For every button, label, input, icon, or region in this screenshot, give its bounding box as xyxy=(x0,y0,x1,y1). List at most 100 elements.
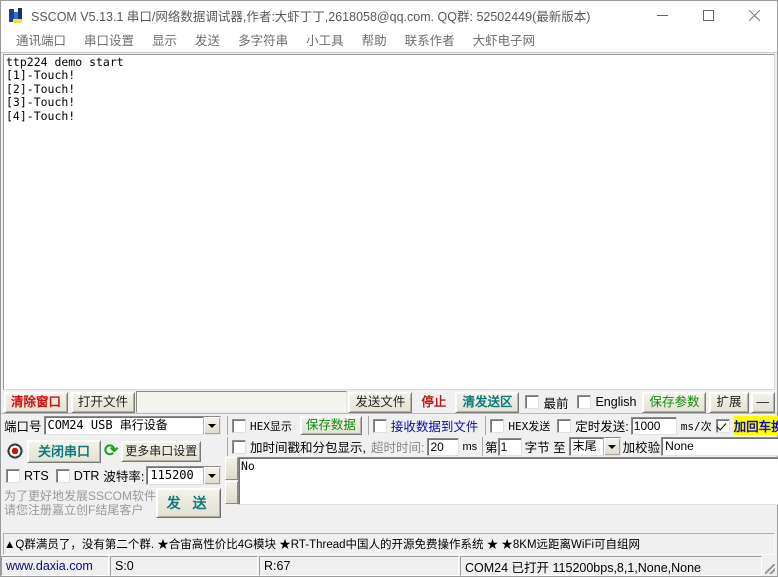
chevron-down-icon[interactable] xyxy=(603,438,620,455)
menu-item-tools[interactable]: 小工具 xyxy=(297,31,353,51)
baud-rate-value: 115200 xyxy=(147,467,203,484)
rts-label: RTS xyxy=(24,469,49,483)
menu-item-contact-author[interactable]: 联系作者 xyxy=(396,31,464,51)
sscom-window: SSCOM V5.13.1 串口/网络数据调试器,作者:大虾丁丁,2618058… xyxy=(0,0,778,577)
hex-display-checkbox[interactable]: HEX显示 xyxy=(230,418,294,434)
crlf-checkbox-box[interactable] xyxy=(716,419,730,433)
file-toolbar: 清除窗口 打开文件 发送文件 停止 清发送区 最前 English 保存参数 扩… xyxy=(1,390,777,413)
port-select[interactable]: COM24 USB 串行设备 xyxy=(44,416,221,435)
rts-checkbox-box[interactable] xyxy=(6,469,20,483)
status-received-count: R:67 xyxy=(259,556,459,576)
file-path-field[interactable] xyxy=(136,391,347,413)
advertisement-bar[interactable]: ▲Q群满员了，没有第二个群. ★合宙高性价比4G模块 ★RT-Thread中国人… xyxy=(3,533,775,555)
receive-to-file-checkbox[interactable]: 接收数据到文件 xyxy=(371,416,481,435)
receive-to-file-label: 接收数据到文件 xyxy=(391,416,479,435)
byte-mid-label: 字节 至 xyxy=(525,437,566,456)
window-title: SSCOM V5.13.1 串口/网络数据调试器,作者:大虾丁丁,2618058… xyxy=(31,6,639,25)
timed-send-label: 定时发送: xyxy=(575,416,628,435)
timestamp-label: 加时间戳和分包显示, xyxy=(250,437,366,456)
timed-send-checkbox-box[interactable] xyxy=(557,419,571,433)
data-options-column: HEX显示 保存数据 接收数据到文件 HEX发送 xyxy=(223,414,778,532)
crlf-checkbox[interactable]: 加回车换行 xyxy=(716,416,778,435)
receive-to-file-checkbox-box[interactable] xyxy=(373,419,387,433)
collapse-button[interactable]: — xyxy=(751,392,776,413)
menu-item-help[interactable]: 帮助 xyxy=(353,31,396,51)
clear-window-button[interactable]: 清除窗口 xyxy=(4,392,68,413)
hex-send-checkbox[interactable]: HEX发送 xyxy=(488,418,552,434)
menu-item-daxia-web[interactable]: 大虾电子网 xyxy=(464,31,545,51)
send-text-area[interactable]: No xyxy=(238,457,778,505)
byte-start-input[interactable]: 1 xyxy=(498,438,522,456)
timed-unit-label: ms/次 xyxy=(681,418,712,434)
timeout-label: 超时时间: xyxy=(371,437,424,456)
timeout-input[interactable]: 20 xyxy=(427,438,459,456)
resize-grip-icon[interactable] xyxy=(763,556,777,576)
dtr-label: DTR xyxy=(74,469,100,483)
send-area-scroll-buttons[interactable] xyxy=(225,457,238,505)
dtr-checkbox[interactable]: DTR xyxy=(54,469,102,483)
rts-checkbox[interactable]: RTS xyxy=(4,469,51,483)
timeout-unit-label: ms xyxy=(462,441,477,453)
english-checkbox[interactable]: English xyxy=(575,395,638,409)
more-port-settings-button[interactable]: 更多串口设置 xyxy=(121,441,201,462)
scroll-down-button[interactable] xyxy=(225,481,238,504)
baud-rate-select[interactable]: 115200 xyxy=(146,466,221,485)
topmost-checkbox[interactable]: 最前 xyxy=(523,393,570,412)
hex-display-label: HEX显示 xyxy=(250,418,292,434)
menu-item-send[interactable]: 发送 xyxy=(186,31,229,51)
receive-data-area[interactable]: ttp224 demo start [1]-Touch! [2]-Touch! … xyxy=(3,54,775,390)
baud-rate-label: 波特率: xyxy=(103,466,144,485)
minimize-button[interactable] xyxy=(639,1,685,30)
checksum-value: None xyxy=(662,438,778,455)
extend-button[interactable]: 扩展 xyxy=(709,392,748,413)
dtr-checkbox-box[interactable] xyxy=(56,469,70,483)
chevron-down-icon[interactable] xyxy=(203,417,220,434)
byte-prefix-label: 第 xyxy=(485,437,498,456)
hex-send-checkbox-box[interactable] xyxy=(490,419,504,433)
promo-line-1: 为了更好地发展SSCOM软件 xyxy=(4,489,156,503)
hex-display-checkbox-box[interactable] xyxy=(232,419,246,433)
status-website[interactable]: www.daxia.com xyxy=(1,556,109,576)
english-label: English xyxy=(595,395,636,409)
port-config-column: 端口号 COM24 USB 串行设备 关闭串口 ⟳ 更多串口设置 RTS xyxy=(1,414,223,532)
menu-item-multi-string[interactable]: 多字符串 xyxy=(229,31,297,51)
status-sent-count: S:0 xyxy=(110,556,258,576)
english-checkbox-box[interactable] xyxy=(577,395,591,409)
menu-item-port-settings[interactable]: 串口设置 xyxy=(75,31,143,51)
refresh-icon[interactable]: ⟳ xyxy=(101,442,121,460)
byte-end-select[interactable]: 末尾 xyxy=(569,437,621,456)
status-connection-info: COM24 已打开 115200bps,8,1,None,None xyxy=(460,556,762,576)
open-file-button[interactable]: 打开文件 xyxy=(71,392,135,413)
app-logo-icon xyxy=(9,8,25,24)
close-port-button[interactable]: 关闭串口 xyxy=(27,440,101,463)
status-bar: www.daxia.com S:0 R:67 COM24 已打开 115200b… xyxy=(1,556,777,576)
timestamp-checkbox-box[interactable] xyxy=(232,440,246,454)
window-controls xyxy=(639,1,777,30)
crlf-label: 加回车换行 xyxy=(734,416,778,435)
topmost-label: 最前 xyxy=(543,393,568,412)
save-params-button[interactable]: 保存参数 xyxy=(642,392,706,413)
title-bar: SSCOM V5.13.1 串口/网络数据调试器,作者:大虾丁丁,2618058… xyxy=(1,1,777,30)
timed-send-checkbox[interactable]: 定时发送: xyxy=(555,416,630,435)
stop-button[interactable]: 停止 xyxy=(415,392,452,413)
topmost-checkbox-box[interactable] xyxy=(525,395,539,409)
maximize-button[interactable] xyxy=(685,1,731,30)
byte-end-value: 末尾 xyxy=(570,438,603,455)
config-panel: 端口号 COM24 USB 串行设备 关闭串口 ⟳ 更多串口设置 RTS xyxy=(1,413,777,532)
checksum-select[interactable]: None xyxy=(661,437,778,456)
advertisement-text: ▲Q群满员了，没有第二个群. ★合宙高性价比4G模块 ★RT-Thread中国人… xyxy=(4,536,640,552)
scroll-up-button[interactable] xyxy=(225,457,238,480)
send-file-button[interactable]: 发送文件 xyxy=(348,392,412,413)
timed-interval-input[interactable]: 1000 xyxy=(631,417,677,435)
menu-item-comm-port[interactable]: 通讯端口 xyxy=(7,31,75,51)
send-button[interactable]: 发 送 xyxy=(156,488,221,518)
timestamp-checkbox[interactable]: 加时间戳和分包显示, xyxy=(230,437,368,456)
clear-send-area-button[interactable]: 清发送区 xyxy=(455,392,519,413)
menu-item-display[interactable]: 显示 xyxy=(143,31,186,51)
promo-line-2: 请您注册嘉立创F结尾客户 xyxy=(4,503,156,517)
chevron-down-icon[interactable] xyxy=(203,467,220,484)
save-data-button[interactable]: 保存数据 xyxy=(300,416,362,435)
checksum-label: 加校验 xyxy=(623,437,661,456)
port-select-value: COM24 USB 串行设备 xyxy=(45,417,203,434)
close-button[interactable] xyxy=(731,1,777,30)
